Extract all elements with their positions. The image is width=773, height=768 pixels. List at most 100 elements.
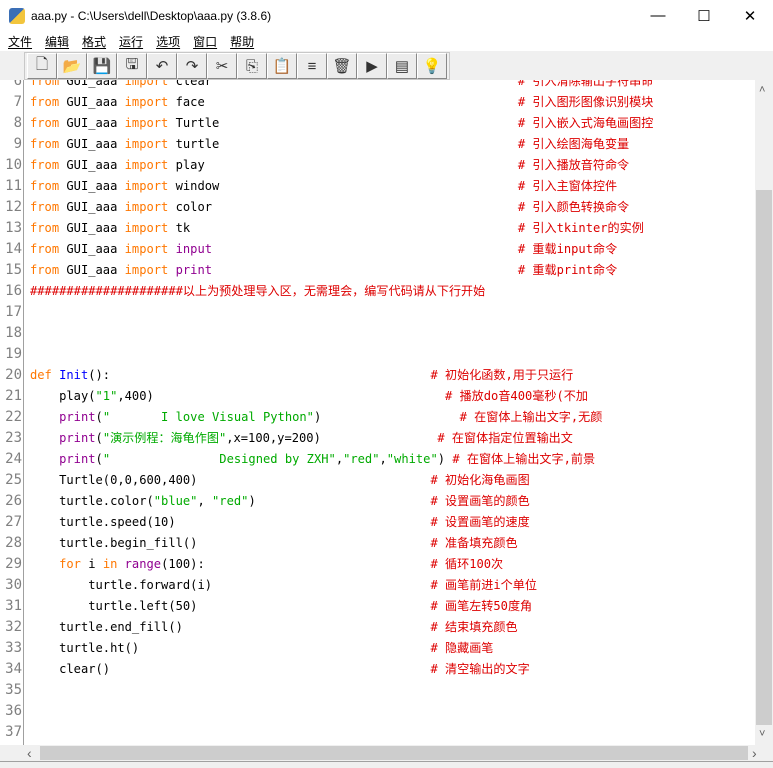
line-number: 37 [5,724,22,740]
token-plain: color [168,200,518,214]
code-line: clear() # 清空输出的文字 [30,659,530,680]
token-st: "blue" [153,494,198,508]
token-kw: import [124,221,169,235]
token-cm: # 引入绘图海龟变量 [517,137,630,151]
save-icon: 💾 [92,58,112,75]
token-plain: ( [95,410,103,424]
window-button[interactable]: ▤ [387,53,417,79]
menu-3[interactable]: 运行 [119,33,143,50]
code-line: turtle.ht() # 隐藏画笔 [30,638,493,659]
line-number: 30 [5,577,22,593]
paste-button[interactable]: 📋 [267,53,297,79]
line-number: 32 [5,619,22,635]
code-line: from GUI_aaa import face # 引入图形图像识别模块 [30,92,653,113]
token-kw: from [30,137,60,151]
menu-2[interactable]: 格式 [82,33,106,50]
token-plain: GUI_aaa [59,179,125,193]
line-number-gutter: 6 7 8 9 10 11 12 13 14 15 16 17 18 19 20 21 22 23 24 25 26 27… [0,80,24,745]
run-button[interactable]: ▶ [357,53,387,79]
line-number: 22 [5,409,22,425]
token-cm: # 在窗体指定位置输出文 [437,431,573,445]
minimize-button[interactable]: — [635,0,681,31]
token-plain: turtle.color( [30,494,154,508]
token-plain: GUI_aaa [59,80,125,88]
token-plain: GUI_aaa [59,242,125,256]
code-line: from GUI_aaa import Turtle # 引入嵌入式海龟画图控 [30,113,653,134]
menu-1[interactable]: 编辑 [45,33,69,50]
token-cm: # 初始化海龟画图 [430,473,530,487]
status-bar [0,761,773,768]
scroll-left-arrow-icon[interactable]: ‹ [27,745,32,761]
token-plain: ,400) [117,389,446,403]
menu-5[interactable]: 窗口 [193,33,217,50]
scroll-up-arrow-icon[interactable]: ˄ [759,84,765,96]
token-plain: turtle.ht() [30,641,431,655]
token-kw: def [30,368,52,382]
token-bi: print [59,431,96,445]
token-kw: import [124,263,169,277]
horizontal-scrollbar[interactable]: ‹ › [0,745,773,761]
token-st: " Designed by ZXH" [102,452,336,466]
save-as-button[interactable]: 🖫 [117,53,147,79]
select-all-button[interactable]: ≡ [297,53,327,79]
python-file-icon [9,7,25,24]
new-file-button[interactable]: 🗋 [27,53,57,79]
line-number: 33 [5,640,22,656]
code-line: print(" I love Visual Python") # 在窗体上输出文… [30,407,602,428]
code-line: turtle.color("blue", "red") # 设置画笔的颜色 [30,491,530,512]
open-folder-button[interactable]: 📂 [57,53,87,79]
token-kw: import [124,179,169,193]
scroll-down-arrow-icon[interactable]: ˅ [759,728,765,740]
scroll-right-arrow-icon[interactable]: › [752,745,757,761]
menu-0[interactable]: 文件 [8,33,32,50]
token-cm: # 引入播放音符命令 [517,158,630,172]
delete-button[interactable]: 🗑 [327,53,357,79]
token-cm: # 循环100次 [430,557,504,571]
code-line: from GUI_aaa import tk # 引入tkinter的实例 [30,218,644,239]
cut-button[interactable]: ✂ [207,53,237,79]
close-button[interactable]: ✕ [727,0,773,31]
code-line: from GUI_aaa import color # 引入颜色转换命令 [30,197,629,218]
token-st: "white" [386,452,438,466]
window-title: aaa.py - C:\Users\dell\Desktop\aaa.py (3… [31,8,272,23]
token-plain: ( [95,431,103,445]
token-cm: # 引入清除输出字符串命 [517,80,654,88]
redo-button[interactable]: ↷ [177,53,207,79]
token-kw: import [124,200,169,214]
undo-button[interactable]: ↶ [147,53,177,79]
token-cm: # 设置画笔的速度 [430,515,530,529]
code-line: from GUI_aaa import print # 重载print命令 [30,260,617,281]
menu-4[interactable]: 选项 [156,33,180,50]
token-cm: # 引入颜色转换命令 [517,200,630,214]
line-number: 27 [5,514,22,530]
horizontal-scroll-thumb[interactable] [40,746,748,760]
line-number: 17 [5,304,22,320]
token-plain: , [197,494,213,508]
line-number: 29 [5,556,22,572]
token-plain: turtle.begin_fill() [30,536,431,550]
maximize-button[interactable]: ☐ [681,0,727,31]
vertical-scrollbar[interactable]: ˄ ˅ [755,80,773,745]
token-cm: # 在窗体上输出文字,无颜 [459,410,603,424]
code-line: #####################以上为预处理导入区，无需理会，编写代码… [30,281,485,302]
token-plain: turtle.end_fill() [30,620,431,634]
line-number: 14 [5,241,22,257]
token-plain: , [335,452,344,466]
vertical-scroll-thumb[interactable] [756,190,772,725]
save-button[interactable]: 💾 [87,53,117,79]
token-cm: # 引入图形图像识别模块 [517,95,654,109]
code-editor[interactable]: 6 7 8 9 10 11 12 13 14 15 16 17 18 19 20 21 22 23 24 25 26 27… [0,80,755,745]
menu-6[interactable]: 帮助 [230,33,254,50]
line-number: 26 [5,493,22,509]
token-plain: Turtle(0,0,600,400) [30,473,431,487]
copy-button[interactable]: ⎘ [237,53,267,79]
token-kw: import [124,95,169,109]
token-cm: # 重载print命令 [517,263,618,277]
token-plain: ( [95,452,103,466]
help-bulb-button[interactable]: 💡 [417,53,447,79]
code-line: print(" Designed by ZXH","red","white") … [30,449,595,470]
